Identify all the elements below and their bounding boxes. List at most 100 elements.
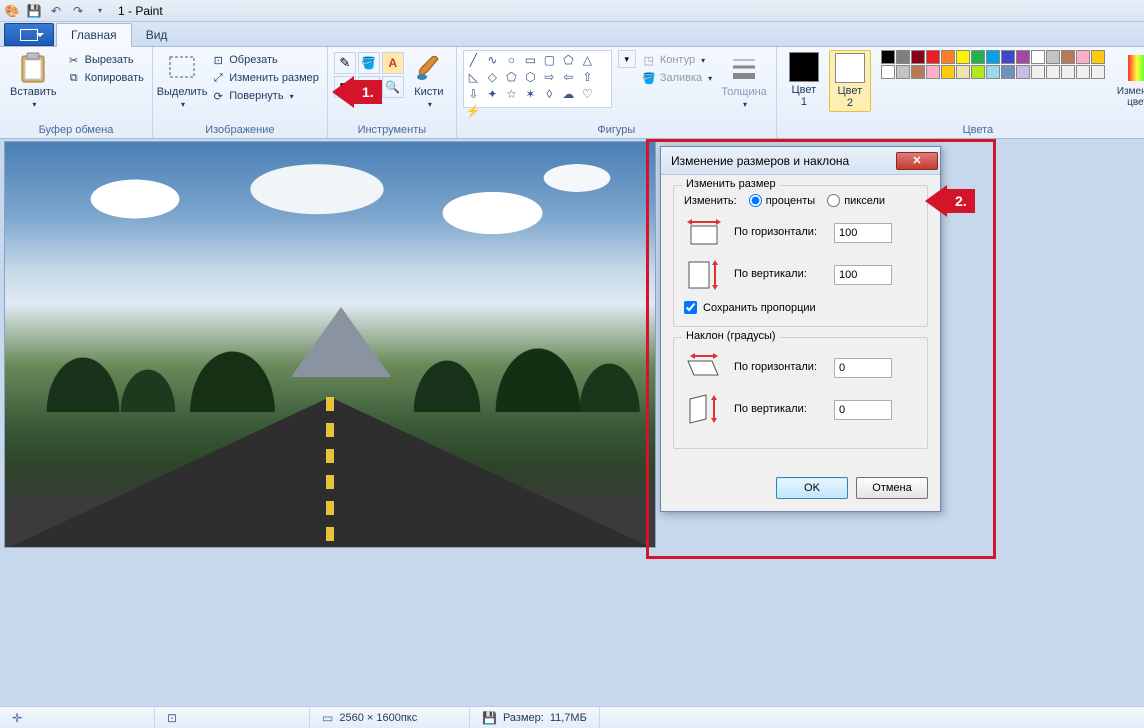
cancel-button[interactable]: Отмена <box>856 477 928 499</box>
color2-button[interactable]: Цвет 2 <box>829 50 871 112</box>
shape-hexagon-icon[interactable]: ⬡ <box>523 70 538 84</box>
thickness-button[interactable]: Толщина ▾ <box>718 50 770 111</box>
color-swatch[interactable] <box>881 65 895 79</box>
ok-button[interactable]: OK <box>776 477 848 499</box>
qat-dropdown-icon[interactable]: ▾ <box>92 3 108 19</box>
shape-cloud-icon[interactable]: ♡ <box>580 87 595 101</box>
dialog-titlebar[interactable]: Изменение размеров и наклона ✕ <box>661 147 940 175</box>
shape-diamond-icon[interactable]: ◇ <box>485 70 500 84</box>
color-swatch[interactable] <box>911 50 925 64</box>
group-shapes: ╱ ∿ ○ ▭ ▢ ⬠ △ ◺ ◇ ⬠ ⬡ ⇨ ⇦ ⇧ ⇩ ✦ ☆ ✶ ◊ ☁ <box>457 47 777 138</box>
undo-icon[interactable]: ↶ <box>48 3 64 19</box>
color-swatch[interactable] <box>1076 65 1090 79</box>
resize-h-input[interactable] <box>834 223 892 243</box>
color-swatch[interactable] <box>926 65 940 79</box>
app-icon[interactable]: 🎨 <box>4 3 20 19</box>
rotate-button[interactable]: ⟳ Повернуть ▾ <box>209 88 321 104</box>
skew-h-input[interactable] <box>834 358 892 378</box>
canvas[interactable] <box>5 142 655 547</box>
color-swatch[interactable] <box>1046 65 1060 79</box>
color-swatch[interactable] <box>911 65 925 79</box>
color-swatch[interactable] <box>971 65 985 79</box>
zoom-tool[interactable]: 🔍 <box>382 76 404 98</box>
radio-pixels-input[interactable] <box>827 194 840 207</box>
fill-tool[interactable]: 🪣 <box>358 52 380 74</box>
cut-button[interactable]: ✂ Вырезать <box>65 52 146 68</box>
shape-uarrow-icon[interactable]: ⇧ <box>580 70 595 84</box>
color-swatch[interactable] <box>1061 50 1075 64</box>
shape-heart-icon[interactable]: ⚡ <box>466 104 481 118</box>
aspect-checkbox[interactable] <box>684 301 697 314</box>
color-swatch[interactable] <box>986 50 1000 64</box>
shape-larrow-icon[interactable]: ⇦ <box>561 70 576 84</box>
paste-button[interactable]: Вставить ▾ <box>6 50 61 111</box>
file-menu-button[interactable] <box>4 23 54 46</box>
color-swatch[interactable] <box>881 50 895 64</box>
shape-line-icon[interactable]: ╱ <box>466 53 481 67</box>
shape-rarrow-icon[interactable]: ⇨ <box>542 70 557 84</box>
outline-button[interactable]: ◳ Контур ▾ <box>640 52 714 68</box>
edit-colors-button[interactable]: Изменение цветов <box>1113 50 1144 110</box>
shapes-gallery[interactable]: ╱ ∿ ○ ▭ ▢ ⬠ △ ◺ ◇ ⬠ ⬡ ⇨ ⇦ ⇧ ⇩ ✦ ☆ ✶ ◊ ☁ <box>463 50 612 108</box>
radio-percent[interactable]: проценты <box>749 194 816 207</box>
select-button[interactable]: Выделить ▾ <box>159 50 205 111</box>
brushes-button[interactable]: Кисти ▾ <box>408 50 450 111</box>
group-image: Выделить ▾ ⊡ Обрезать ⤢ Изменить размер … <box>153 47 328 138</box>
radio-pixels[interactable]: пиксели <box>827 194 885 207</box>
shape-4star-icon[interactable]: ✦ <box>485 87 500 101</box>
color-swatch[interactable] <box>1091 50 1105 64</box>
color-swatch[interactable] <box>941 65 955 79</box>
color-swatch[interactable] <box>941 50 955 64</box>
text-tool[interactable]: A <box>382 52 404 74</box>
color-swatch[interactable] <box>1061 65 1075 79</box>
radio-percent-input[interactable] <box>749 194 762 207</box>
pencil-tool[interactable]: ✎ <box>334 52 356 74</box>
color-swatch[interactable] <box>971 50 985 64</box>
redo-icon[interactable]: ↷ <box>70 3 86 19</box>
shape-5star-icon[interactable]: ☆ <box>504 87 519 101</box>
color-swatch[interactable] <box>1091 65 1105 79</box>
shape-curve-icon[interactable]: ∿ <box>485 53 500 67</box>
shape-triangle-icon[interactable]: △ <box>580 53 595 67</box>
color-swatch[interactable] <box>986 65 1000 79</box>
color-swatch[interactable] <box>926 50 940 64</box>
shape-rtriangle-icon[interactable]: ◺ <box>466 70 481 84</box>
color-swatch[interactable] <box>956 50 970 64</box>
shape-pentagon-icon[interactable]: ⬠ <box>504 70 519 84</box>
color-swatch[interactable] <box>1046 50 1060 64</box>
paste-label: Вставить <box>10 86 57 98</box>
resize-v-input[interactable] <box>834 265 892 285</box>
shape-roundrect-icon[interactable]: ▢ <box>542 53 557 67</box>
color-swatch[interactable] <box>956 65 970 79</box>
color1-button[interactable]: Цвет 1 <box>783 50 825 110</box>
shape-darrow-icon[interactable]: ⇩ <box>466 87 481 101</box>
tab-home[interactable]: Главная <box>56 23 132 47</box>
color-swatch[interactable] <box>1076 50 1090 64</box>
tab-view[interactable]: Вид <box>132 24 182 46</box>
shape-oval-icon[interactable]: ○ <box>504 53 519 67</box>
shape-callout-icon[interactable]: ◊ <box>542 87 557 101</box>
color-swatch[interactable] <box>896 50 910 64</box>
color-swatch[interactable] <box>1031 65 1045 79</box>
fill-button[interactable]: 🪣 Заливка ▾ <box>640 70 714 86</box>
dimensions-icon: ▭ <box>322 711 333 725</box>
shapes-expand[interactable]: ▾ <box>618 50 636 68</box>
resize-button[interactable]: ⤢ Изменить размер <box>209 70 321 86</box>
workspace[interactable]: 1. Изменение размеров и наклона ✕ Измени… <box>0 139 1144 709</box>
close-button[interactable]: ✕ <box>896 152 938 170</box>
shape-rect-icon[interactable]: ▭ <box>523 53 538 67</box>
skew-v-input[interactable] <box>834 400 892 420</box>
copy-button[interactable]: ⧉ Копировать <box>65 70 146 86</box>
color-swatch[interactable] <box>1001 50 1015 64</box>
color-swatch[interactable] <box>1016 50 1030 64</box>
color-swatch[interactable] <box>1031 50 1045 64</box>
color-swatch[interactable] <box>1016 65 1030 79</box>
color-swatch[interactable] <box>1001 65 1015 79</box>
crop-button[interactable]: ⊡ Обрезать <box>209 52 321 68</box>
shape-polygon-icon[interactable]: ⬠ <box>561 53 576 67</box>
chevron-down-icon[interactable]: ▾ <box>618 50 636 68</box>
shape-oval-callout-icon[interactable]: ☁ <box>561 87 576 101</box>
save-icon[interactable]: 💾 <box>26 3 42 19</box>
color-swatch[interactable] <box>896 65 910 79</box>
shape-6star-icon[interactable]: ✶ <box>523 87 538 101</box>
